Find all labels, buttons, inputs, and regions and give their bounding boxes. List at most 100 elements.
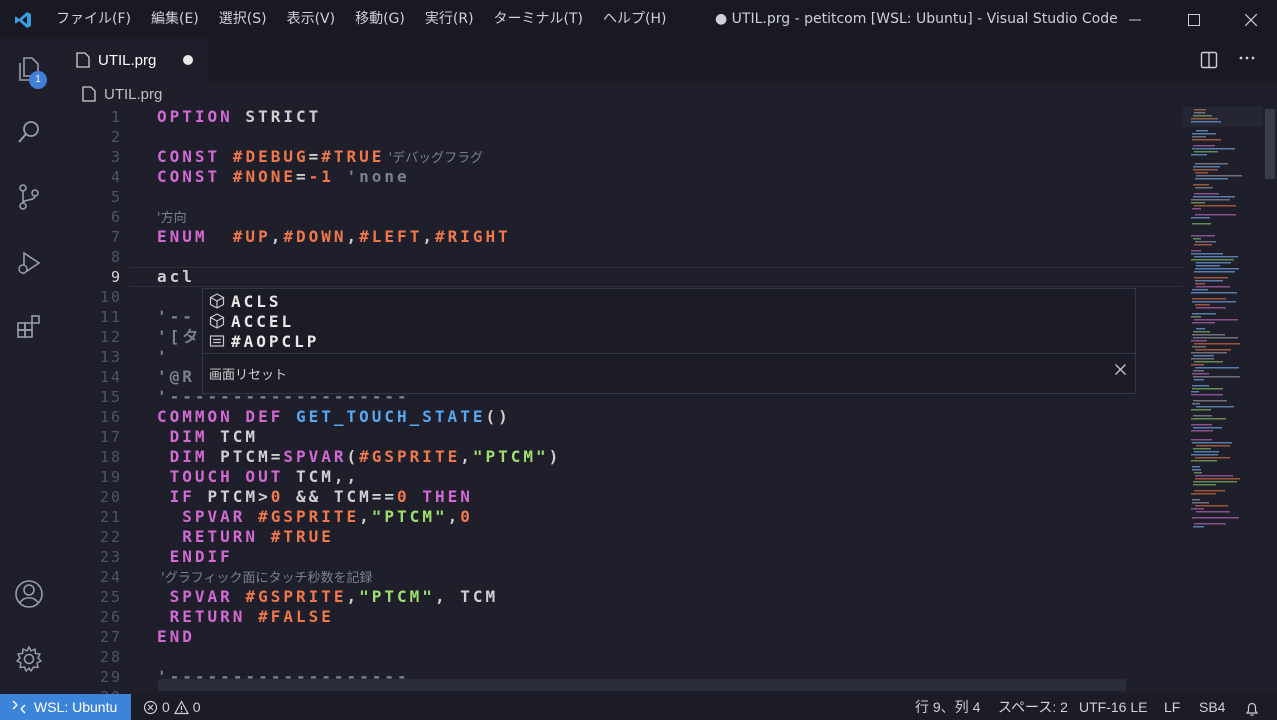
minimap-line <box>1191 394 1223 396</box>
code-token: GET_TOUCH_STATE <box>283 407 486 426</box>
minimap-line <box>1192 298 1226 300</box>
minimap-line <box>1194 205 1236 207</box>
scrollbar-thumb[interactable] <box>1265 109 1275 179</box>
tab-util-prg[interactable]: UTIL.prg <box>58 39 208 81</box>
line-number: 28 <box>99 648 122 666</box>
problems-indicator[interactable]: 0 0 <box>143 694 201 720</box>
code-token: TCM,, <box>283 467 360 486</box>
suggest-detail-text: 画面リセット <box>209 368 288 383</box>
more-actions-button[interactable] <box>1234 49 1260 71</box>
code-token: , <box>434 587 448 606</box>
remote-icon <box>12 700 26 714</box>
code-token: #UP <box>207 227 271 246</box>
minimap-line <box>1195 268 1239 270</box>
extensions-icon <box>17 315 40 338</box>
code-token: "PTCM" <box>371 507 448 526</box>
minimap-line <box>1195 457 1230 459</box>
explorer-button[interactable]: 1 <box>0 41 58 97</box>
minimap-line <box>1192 139 1221 141</box>
indentation[interactable]: スペース: 2 <box>998 694 1068 720</box>
minimap[interactable] <box>1183 107 1263 694</box>
code-token: RETURN <box>157 607 246 626</box>
code-line-active[interactable]: acl <box>157 267 195 287</box>
menu-run[interactable]: 実行(R) <box>415 0 484 39</box>
code-token: "PTCM" <box>359 587 435 606</box>
minimap-line <box>1191 493 1216 495</box>
minimap-line <box>1193 184 1209 186</box>
code-token: 0 <box>460 507 473 526</box>
minimap-line <box>1194 472 1202 474</box>
manage-button[interactable] <box>0 631 58 687</box>
menu-file[interactable]: ファイル(F) <box>46 0 141 39</box>
extensions-button[interactable] <box>0 299 58 355</box>
menu-edit[interactable]: 編集(E) <box>141 0 209 39</box>
menu-help[interactable]: ヘルプ(H) <box>593 0 676 39</box>
menu-terminal[interactable]: ターミナル(T) <box>484 0 593 39</box>
suggest-detail: 画面リセット <box>203 353 1135 393</box>
code-line: '[タ <box>157 327 201 347</box>
run-debug-button[interactable] <box>0 235 58 291</box>
end-of-line[interactable]: LF <box>1164 694 1180 720</box>
minimize-button[interactable] <box>1106 0 1163 39</box>
split-editor-button[interactable] <box>1198 49 1220 71</box>
menu-go[interactable]: 移動(G) <box>345 0 415 39</box>
line-number: 13 <box>99 348 122 366</box>
unsaved-dot-icon[interactable] <box>183 55 193 65</box>
file-icon <box>76 52 90 68</box>
minimap-viewport[interactable] <box>1183 107 1263 127</box>
cursor-position[interactable]: 行 9、列 4 <box>915 694 980 720</box>
breadcrumb[interactable]: UTIL.prg <box>58 81 1277 107</box>
minimap-line <box>1192 136 1206 138</box>
code-editor[interactable]: 1 2 3 4 5 6 7 8 9 10 11 12 13 14 15 16 1… <box>58 107 1183 694</box>
language-mode[interactable]: SB4 <box>1199 694 1225 720</box>
remote-indicator[interactable]: WSL: Ubuntu <box>0 694 131 720</box>
minimap-line <box>1191 316 1201 318</box>
bell-icon <box>1245 702 1259 716</box>
suggest-item[interactable]: ACCEL <box>203 311 1135 331</box>
minimap-line <box>1191 199 1230 201</box>
code-token: CONST <box>157 167 221 186</box>
notifications-button[interactable] <box>1244 699 1260 716</box>
line-number: 10 <box>99 288 122 306</box>
minimap-line <box>1194 451 1219 453</box>
vertical-scrollbar[interactable] <box>1263 107 1277 694</box>
line-number: 19 <box>99 468 122 486</box>
line-number: 25 <box>99 588 122 606</box>
line-number-active: 9 <box>110 268 122 286</box>
suggest-item[interactable]: #AOPCLP <box>203 331 1135 351</box>
menu-selection[interactable]: 選択(S) <box>209 0 277 39</box>
accounts-button[interactable] <box>0 566 58 622</box>
minimap-line <box>1194 490 1225 492</box>
maximize-button[interactable] <box>1165 0 1222 39</box>
code-line: SPVAR #GSPRITE,"PTCM",0 <box>157 507 473 527</box>
close-window-button[interactable] <box>1222 0 1277 39</box>
suggest-item[interactable]: ACLS <box>203 291 1135 311</box>
minimap-line <box>1195 475 1233 477</box>
code-token: ( <box>346 447 360 466</box>
minimap-line <box>1194 271 1235 273</box>
minimap-line <box>1193 166 1220 168</box>
minimap-line <box>1195 349 1231 351</box>
code-comment: '@R <box>157 367 195 386</box>
minimap-line <box>1192 334 1225 336</box>
menu-view[interactable]: 表示(V) <box>277 0 346 39</box>
code-line: TOUCH OUT TCM,, <box>157 467 359 487</box>
horizontal-scrollbar[interactable] <box>158 679 1126 691</box>
error-icon <box>143 700 158 714</box>
autocomplete-suggest-widget: ACLS ACCEL #AOPCLP 画面リセット <box>202 288 1136 394</box>
close-detail-button[interactable] <box>1115 363 1126 379</box>
encoding[interactable]: UTF-16 LE <box>1079 694 1147 720</box>
source-control-button[interactable] <box>0 169 58 225</box>
minimap-line <box>1191 352 1227 354</box>
minimap-line <box>1191 454 1218 456</box>
line-number: 11 <box>99 308 122 326</box>
minimap-line <box>1195 178 1228 180</box>
minimap-line <box>1196 445 1230 447</box>
run-debug-icon <box>18 251 41 275</box>
minimap-line <box>1192 517 1239 519</box>
code-token: ) <box>548 447 562 466</box>
minimap-line <box>1194 523 1226 525</box>
search-button[interactable] <box>0 104 58 160</box>
minimap-line <box>1191 292 1237 294</box>
line-number-gutter[interactable]: 1 2 3 4 5 6 7 8 9 10 11 12 13 14 15 16 1… <box>58 107 130 694</box>
